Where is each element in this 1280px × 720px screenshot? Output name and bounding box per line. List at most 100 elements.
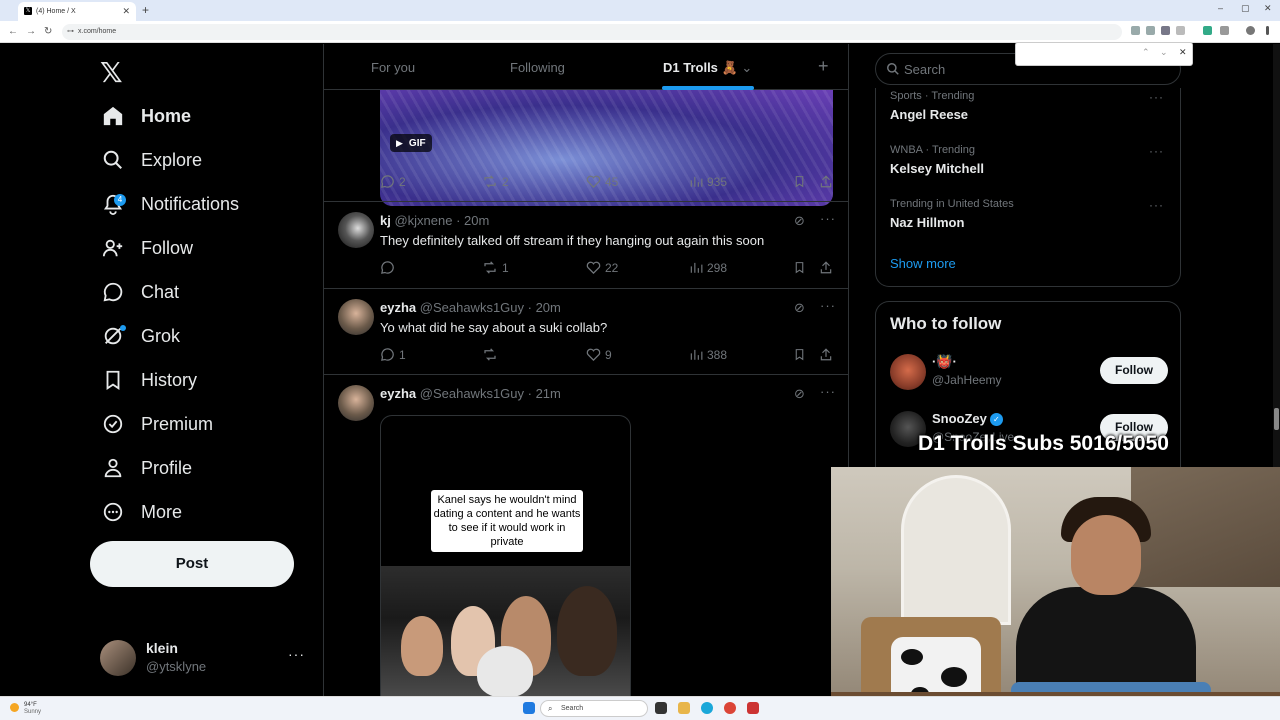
more-icon[interactable]: ··· <box>820 211 836 226</box>
profile-icon[interactable] <box>1246 26 1255 35</box>
author-name[interactable]: kj <box>380 213 391 228</box>
grok-icon[interactable]: ⊘ <box>794 300 805 316</box>
sidebar-item-chat[interactable]: Chat <box>100 274 179 310</box>
bookmark-button[interactable] <box>793 260 810 275</box>
more-icon[interactable]: ··· <box>1149 90 1164 104</box>
grok-icon[interactable]: ⊘ <box>794 213 805 229</box>
repost-button[interactable]: 2 <box>482 174 509 189</box>
show-more-link[interactable]: Show more <box>890 256 956 271</box>
bookmark-button[interactable] <box>793 174 810 189</box>
window-close-icon[interactable]: ✕ <box>1264 3 1272 14</box>
sidebar-item-premium[interactable]: Premium <box>100 406 213 442</box>
author-handle[interactable]: @Seahawks1Guy <box>420 300 524 315</box>
scrollbar-thumb[interactable] <box>1274 408 1279 430</box>
tab-following[interactable]: Following <box>510 60 565 75</box>
reply-button[interactable]: 1 <box>380 347 406 362</box>
tweet-time[interactable]: 20m <box>536 300 561 315</box>
tab-d1-trolls[interactable]: D1 Trolls 🧸 ⌄ <box>663 60 752 76</box>
zoom-icon[interactable] <box>1131 26 1140 35</box>
sidebar-item-explore[interactable]: Explore <box>100 142 202 178</box>
maximize-icon[interactable]: ▢ <box>1241 3 1250 14</box>
gif-badge[interactable]: ▶ GIF <box>390 134 432 152</box>
author-handle[interactable]: @Seahawks1Guy <box>420 386 524 401</box>
repost-button[interactable]: 1 <box>482 260 509 275</box>
sidebar-item-profile[interactable]: Profile <box>100 450 192 486</box>
close-icon[interactable]: ✕ <box>122 6 130 17</box>
like-button[interactable]: 9 <box>586 347 612 362</box>
trend-item[interactable]: Trending in United States Naz Hillmon ··… <box>890 198 1170 230</box>
sidebar-item-notifications[interactable]: 4 Notifications <box>100 186 239 222</box>
x-logo-icon[interactable]: 𝕏 <box>100 56 123 89</box>
extension-icon[interactable] <box>1161 26 1170 35</box>
follow-button[interactable]: Follow <box>1100 357 1168 384</box>
more-icon[interactable]: ··· <box>820 298 836 313</box>
account-switcher[interactable]: klein @ytsklyne ··· <box>100 640 310 680</box>
back-icon[interactable]: ← <box>8 26 18 37</box>
install-icon[interactable] <box>1146 26 1155 35</box>
minimize-icon[interactable]: – <box>1218 3 1223 13</box>
follow-suggestion[interactable]: ·👹· @JahHeemy Follow <box>890 354 1170 394</box>
reply-button[interactable] <box>380 260 399 275</box>
avatar[interactable] <box>338 212 374 248</box>
tweet[interactable]: eyzha @Seahawks1Guy · 20m ⊘ ··· Yo what … <box>324 289 848 375</box>
edge-icon[interactable] <box>701 702 713 714</box>
find-next-icon[interactable]: ⌄ <box>1160 47 1168 58</box>
add-tab-icon[interactable]: + <box>818 56 829 77</box>
address-bar[interactable]: ⊶ x.com/home <box>62 24 1122 40</box>
more-icon[interactable]: ··· <box>820 384 836 399</box>
views-button[interactable]: 388 <box>689 347 727 362</box>
sidebar-item-grok[interactable]: Grok <box>100 318 180 354</box>
taskbar-search[interactable]: ⌕ Search <box>540 700 648 717</box>
more-icon[interactable]: ··· <box>1149 144 1164 158</box>
sidebar-item-home[interactable]: Home <box>100 98 191 134</box>
forward-icon[interactable]: → <box>26 26 36 37</box>
sidebar-item-follow[interactable]: Follow <box>100 230 193 266</box>
start-icon[interactable] <box>523 702 535 714</box>
trend-item[interactable]: WNBA · Trending Kelsey Mitchell ··· <box>890 144 1170 176</box>
avatar[interactable] <box>338 385 374 421</box>
sidebar-item-more[interactable]: More <box>100 494 182 530</box>
tweet-time[interactable]: 20m <box>464 213 489 228</box>
bookmark-button[interactable] <box>793 347 810 362</box>
share-button[interactable] <box>819 260 837 275</box>
chevron-down-icon[interactable]: ⌄ <box>741 60 752 75</box>
task-view-icon[interactable] <box>655 702 667 714</box>
tweet-time[interactable]: 21m <box>536 386 561 401</box>
grok-icon[interactable]: ⊘ <box>794 386 805 402</box>
more-icon[interactable]: ··· <box>1149 198 1164 212</box>
file-explorer-icon[interactable] <box>678 702 690 714</box>
tab-for-you[interactable]: For you <box>371 60 415 75</box>
reload-icon[interactable]: ↻ <box>44 26 52 37</box>
new-tab-icon[interactable]: + <box>142 3 149 17</box>
suggestion-name[interactable]: SnooZey ✓ <box>932 411 1003 427</box>
suggestion-handle[interactable]: @JahHeemy <box>932 373 1002 387</box>
extensions-puzzle-icon[interactable] <box>1220 26 1229 35</box>
share-button[interactable] <box>819 174 837 189</box>
post-button[interactable]: Post <box>90 541 294 587</box>
extension-icon[interactable] <box>1203 26 1212 35</box>
tweet[interactable]: kj @kjxnene · 20m ⊘ ··· They definitely … <box>324 202 848 288</box>
chrome-icon[interactable] <box>724 702 736 714</box>
author-name[interactable]: eyzha <box>380 386 416 401</box>
avatar[interactable] <box>338 299 374 335</box>
find-close-icon[interactable]: ✕ <box>1179 47 1187 58</box>
sidebar-item-history[interactable]: History <box>100 362 197 398</box>
trend-item[interactable]: Sports · Trending Angel Reese ··· <box>890 90 1170 122</box>
suggestion-name[interactable]: ·👹· <box>932 354 957 370</box>
reply-button[interactable]: 2 <box>380 174 406 189</box>
browser-tab[interactable]: 𝕏 (4) Home / X ✕ <box>18 2 136 21</box>
views-button[interactable]: 935 <box>689 174 727 189</box>
find-bar[interactable]: ⌃ ⌄ ✕ <box>1015 42 1193 66</box>
site-info-icon[interactable]: ⊶ <box>67 27 74 35</box>
avatar[interactable] <box>890 354 926 390</box>
tweet-media-video[interactable]: Kanel says he wouldn't mind dating a con… <box>380 415 631 696</box>
more-icon[interactable]: ··· <box>288 646 305 662</box>
find-prev-icon[interactable]: ⌃ <box>1142 47 1150 58</box>
like-button[interactable]: 45 <box>586 174 618 189</box>
views-button[interactable]: 298 <box>689 260 727 275</box>
like-button[interactable]: 22 <box>586 260 618 275</box>
bookmark-star-icon[interactable] <box>1176 26 1185 35</box>
browser-menu-icon[interactable] <box>1266 26 1269 35</box>
repost-button[interactable] <box>482 347 502 362</box>
author-handle[interactable]: @kjxnene <box>394 213 452 228</box>
